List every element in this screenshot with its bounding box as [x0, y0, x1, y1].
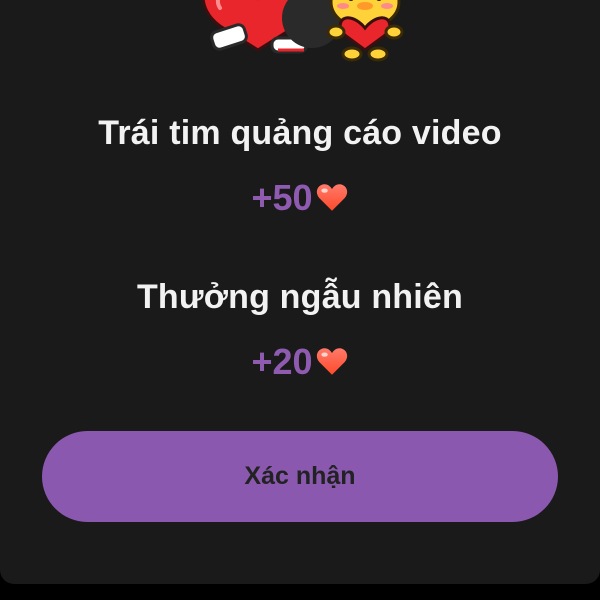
heart-icon [316, 348, 347, 375]
screen: Trái tim quảng cáo video +50 Thưởng ngẫu… [0, 0, 600, 600]
random-bonus-amount: +20 [251, 341, 313, 382]
confirm-button[interactable]: Xác nhận [42, 431, 558, 522]
heart-icon [316, 184, 347, 211]
video-ad-hearts-title: Trái tim quảng cáo video [98, 114, 502, 152]
random-bonus-reward: +20 [0, 340, 600, 384]
video-ad-hearts-reward: +50 [0, 176, 600, 220]
random-bonus-title: Thưởng ngẫu nhiên [136, 278, 464, 316]
reward-dialog: Trái tim quảng cáo video +50 Thưởng ngẫu… [0, 0, 600, 584]
heart-couple-sticker-icon [201, 0, 404, 62]
video-ad-hearts-amount: +50 [251, 177, 313, 218]
